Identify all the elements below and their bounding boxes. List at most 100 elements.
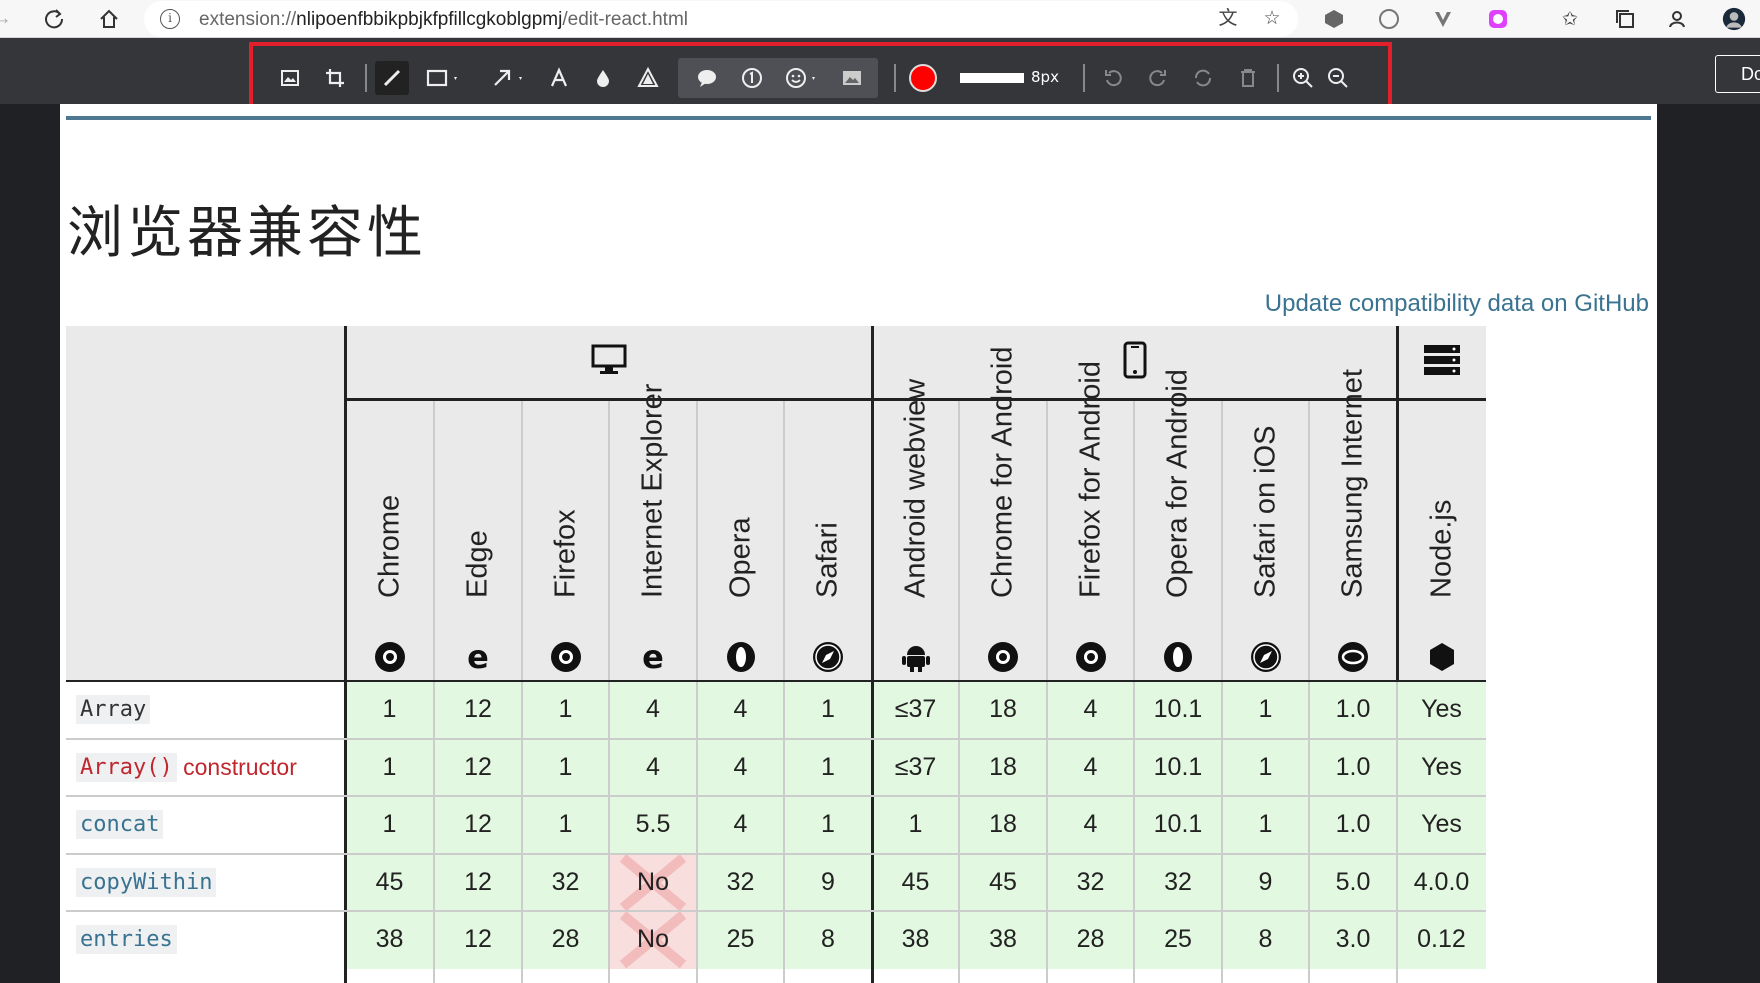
support-version-cell[interactable]: 12 (434, 738, 522, 796)
translate-icon[interactable]: ⽂ (1216, 7, 1240, 31)
line-size-slider[interactable] (960, 73, 1024, 83)
feature-name-cell[interactable]: concat (66, 796, 345, 854)
rectangle-icon[interactable] (421, 61, 465, 95)
redo-icon[interactable] (1143, 61, 1173, 95)
support-version-cell[interactable]: 1 (872, 796, 959, 854)
support-no-cell[interactable]: No (609, 853, 697, 911)
feature-code[interactable]: entries (76, 925, 177, 955)
zoom-in-icon[interactable] (1288, 61, 1318, 95)
support-version-cell[interactable]: Yes (1397, 738, 1486, 796)
support-version-cell[interactable]: 12 (434, 911, 522, 969)
color-swatch[interactable] (909, 64, 937, 92)
favorite-star-icon[interactable]: ☆ (1260, 7, 1284, 31)
support-version-cell[interactable]: 12 (434, 796, 522, 854)
support-version-cell[interactable]: 8 (784, 911, 872, 969)
text-icon[interactable] (544, 61, 574, 95)
support-version-cell[interactable]: 1 (345, 796, 434, 854)
support-version-cell[interactable]: 5.5 (609, 796, 697, 854)
support-version-cell[interactable]: Yes (1397, 681, 1486, 739)
feature-name-cell[interactable]: Array() constructor (66, 739, 345, 797)
support-version-cell[interactable]: 25 (697, 911, 784, 969)
mosaic-icon[interactable] (633, 61, 663, 95)
support-version-cell[interactable]: 32 (522, 853, 609, 911)
support-version-cell[interactable]: 38 (872, 911, 959, 969)
feedback-icon[interactable] (1667, 7, 1691, 31)
number-step-icon[interactable] (735, 61, 769, 95)
support-version-cell[interactable]: 45 (959, 853, 1047, 911)
support-version-cell[interactable]: 45 (872, 853, 959, 911)
support-version-cell[interactable]: 32 (1134, 853, 1222, 911)
support-version-cell[interactable]: 3.0 (1309, 911, 1397, 969)
extension-circle-icon[interactable] (1377, 7, 1401, 31)
support-version-cell[interactable]: 45 (345, 853, 434, 911)
arrow-icon[interactable] (486, 61, 530, 95)
support-version-cell[interactable]: 25 (1134, 911, 1222, 969)
github-link[interactable]: Update compatibility data on GitHub (1265, 290, 1649, 318)
support-version-cell[interactable]: 9 (1222, 853, 1309, 911)
profile-avatar-icon[interactable] (1722, 7, 1746, 31)
speech-bubble-icon[interactable] (690, 61, 724, 95)
support-version-cell[interactable]: 10.1 (1134, 681, 1222, 739)
support-version-cell[interactable]: 32 (1047, 853, 1134, 911)
support-version-cell[interactable]: 1.0 (1309, 681, 1397, 739)
support-version-cell[interactable]: 1 (345, 738, 434, 796)
reload-icon[interactable] (42, 7, 66, 31)
support-version-cell[interactable]: 18 (959, 681, 1047, 739)
support-version-cell[interactable]: 1 (522, 796, 609, 854)
home-icon[interactable] (97, 7, 121, 31)
support-version-cell[interactable]: 38 (345, 911, 434, 969)
support-version-cell[interactable]: 1 (522, 738, 609, 796)
extension-cube-icon[interactable] (1322, 7, 1346, 31)
support-version-cell[interactable]: 10.1 (1134, 738, 1222, 796)
support-version-cell[interactable]: 1 (784, 738, 872, 796)
support-version-cell[interactable]: 1.0 (1309, 796, 1397, 854)
support-version-cell[interactable]: 4 (1047, 738, 1134, 796)
support-version-cell[interactable]: 12 (434, 681, 522, 739)
feature-suffix[interactable]: constructor (177, 754, 297, 781)
support-version-cell[interactable]: 4.0.0 (1397, 853, 1486, 911)
support-version-cell[interactable]: ≤37 (872, 681, 959, 739)
favorites-icon[interactable]: ✩ (1558, 7, 1582, 31)
support-version-cell[interactable]: 5.0 (1309, 853, 1397, 911)
feature-code[interactable]: copyWithin (76, 867, 217, 897)
support-version-cell[interactable]: 1 (784, 796, 872, 854)
support-version-cell[interactable]: 18 (959, 738, 1047, 796)
feature-code[interactable]: Array() (76, 752, 177, 782)
support-version-cell[interactable]: 4 (697, 796, 784, 854)
image-insert-icon[interactable] (835, 61, 869, 95)
support-no-cell[interactable]: No (609, 911, 697, 969)
support-version-cell[interactable]: 4 (1047, 796, 1134, 854)
support-version-cell[interactable]: 1 (1222, 796, 1309, 854)
pen-icon[interactable] (375, 61, 409, 95)
support-version-cell[interactable]: ≤37 (872, 738, 959, 796)
support-version-cell[interactable]: 4 (697, 738, 784, 796)
reset-icon[interactable] (1188, 61, 1218, 95)
support-version-cell[interactable]: 1 (345, 681, 434, 739)
support-version-cell[interactable]: 12 (434, 853, 522, 911)
info-icon[interactable]: i (160, 9, 180, 29)
support-version-cell[interactable]: 1 (1222, 738, 1309, 796)
support-version-cell[interactable]: 0.12 (1397, 911, 1486, 969)
support-version-cell[interactable]: 4 (609, 738, 697, 796)
feature-name-cell[interactable]: copyWithin (66, 854, 345, 912)
support-version-cell[interactable]: 4 (609, 681, 697, 739)
support-version-cell[interactable]: 1 (522, 681, 609, 739)
address-bar[interactable]: i extension://nlipoenfbbikpbjkfpfillcgko… (144, 1, 1298, 37)
support-version-cell[interactable]: 10.1 (1134, 796, 1222, 854)
extension-v-icon[interactable] (1431, 7, 1455, 31)
emoji-icon[interactable] (780, 61, 824, 95)
support-version-cell[interactable]: 8 (1222, 911, 1309, 969)
support-version-cell[interactable]: 4 (1047, 681, 1134, 739)
support-version-cell[interactable]: 1 (1222, 681, 1309, 739)
trash-icon[interactable] (1233, 61, 1263, 95)
undo-icon[interactable] (1098, 61, 1128, 95)
support-version-cell[interactable]: 1 (784, 681, 872, 739)
crop-icon[interactable] (320, 61, 350, 95)
support-version-cell[interactable]: 1.0 (1309, 738, 1397, 796)
support-version-cell[interactable]: 4 (697, 681, 784, 739)
back-icon[interactable]: → (0, 7, 14, 31)
done-button[interactable]: Do (1715, 55, 1760, 93)
feature-code[interactable]: concat (76, 810, 164, 840)
support-version-cell[interactable]: 38 (959, 911, 1047, 969)
feature-name-cell[interactable]: entries (66, 911, 345, 969)
